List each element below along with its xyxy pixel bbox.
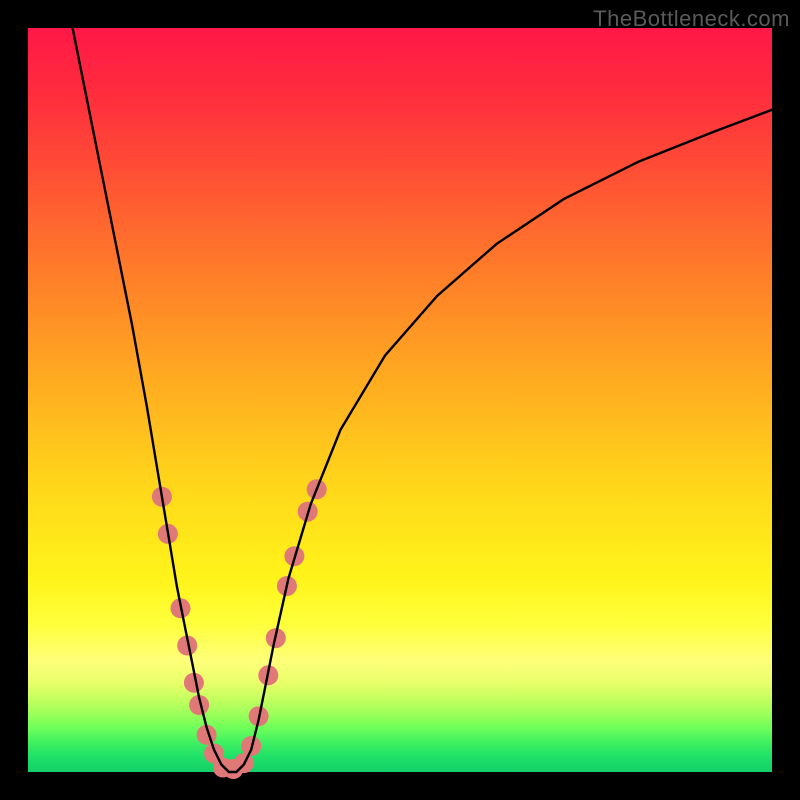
watermark-text: TheBottleneck.com (593, 6, 790, 32)
plot-area (28, 28, 772, 772)
bottleneck-curve (73, 28, 772, 772)
marker-group (152, 479, 327, 779)
curve-layer (28, 28, 772, 772)
chart-frame: TheBottleneck.com (0, 0, 800, 800)
